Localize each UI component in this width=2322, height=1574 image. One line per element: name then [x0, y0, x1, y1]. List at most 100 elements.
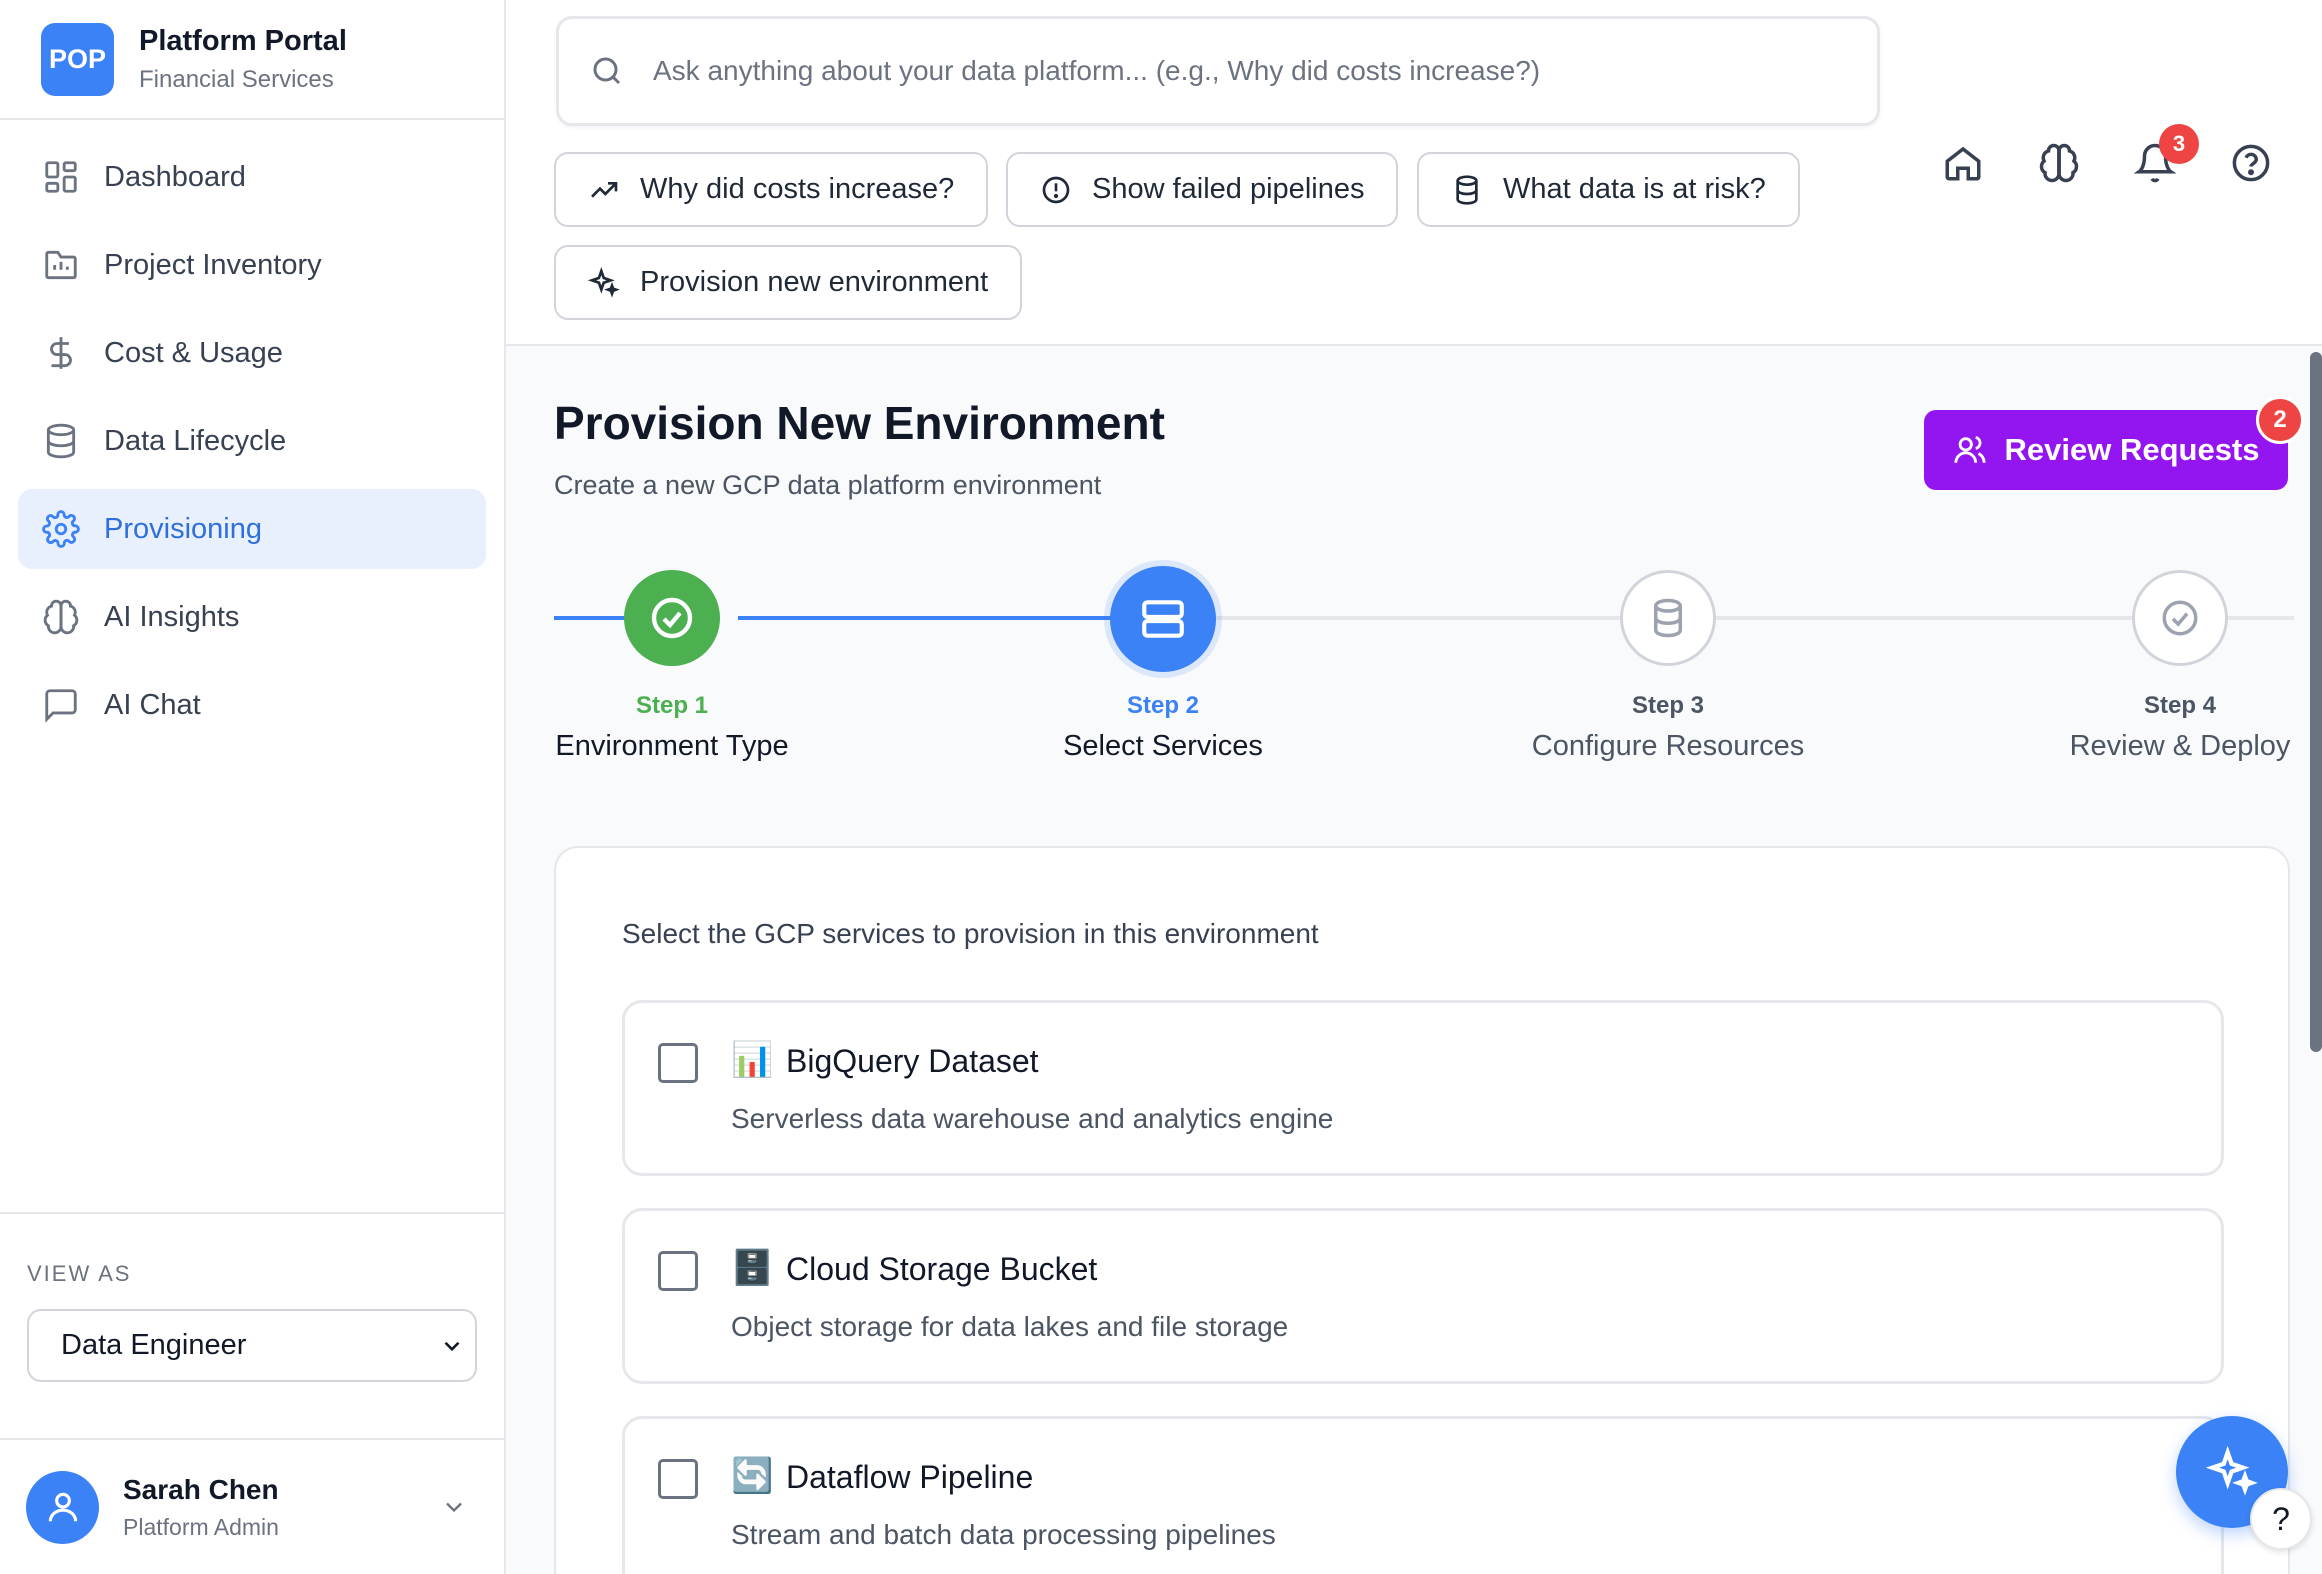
step-4-number: Step 4: [2143, 692, 2217, 719]
step-3-circle[interactable]: [1620, 570, 1716, 666]
check-circle-icon: [651, 597, 693, 639]
prompt-chip-label: Why did costs increase?: [640, 173, 955, 205]
chat-bubble-icon: [45, 689, 77, 723]
services-intro: Select the GCP services to provision in …: [622, 918, 1319, 949]
sidebar-item-ai-chat[interactable]: AI Chat: [18, 665, 486, 745]
gear-icon: [42, 510, 80, 548]
brand-subtitle: Financial Services: [139, 65, 334, 93]
sidebar-item-label: Data Lifecycle: [104, 424, 287, 457]
service-option-cloud-storage[interactable]: 🗄️ Cloud Storage Bucket Object storage f…: [622, 1208, 2224, 1384]
brand-title: Platform Portal: [139, 24, 347, 57]
sidebar-item-label: Cost & Usage: [104, 336, 283, 369]
step-4-label: Review & Deploy: [2069, 730, 2291, 762]
service-description: Object storage for data lakes and file s…: [731, 1311, 1289, 1342]
top-bar: Ask anything about your data platform...…: [506, 0, 2322, 346]
user-profile[interactable]: Sarah Chen Platform Admin: [0, 1438, 504, 1574]
step-1-circle[interactable]: [624, 570, 720, 666]
sidebar-item-project-inventory[interactable]: Project Inventory: [18, 225, 486, 305]
bar-chart-icon: 📊: [731, 1041, 774, 1079]
sidebar-item-label: Dashboard: [104, 160, 246, 193]
help-button[interactable]: ?: [2250, 1488, 2312, 1550]
alert-circle-icon: [1042, 176, 1070, 203]
brain-icon[interactable]: [2038, 142, 2080, 184]
step-connector-complete: [738, 616, 1124, 620]
main-content: Provision New Environment Create a new G…: [506, 346, 2322, 1574]
step-4-circle[interactable]: [2132, 570, 2228, 666]
service-description: Stream and batch data processing pipelin…: [731, 1519, 1276, 1550]
view-as-label: VIEW AS: [27, 1261, 132, 1286]
search-input[interactable]: Ask anything about your data platform...…: [556, 16, 1880, 126]
service-name: Dataflow Pipeline: [786, 1459, 1034, 1495]
prompt-chip-provision[interactable]: Provision new environment: [554, 245, 1023, 320]
user-name: Sarah Chen: [123, 1473, 279, 1505]
search-icon: [593, 57, 621, 85]
prompt-chip-label: What data is at risk?: [1503, 173, 1766, 205]
prompt-chip-failed-pipelines[interactable]: Show failed pipelines: [1006, 152, 1399, 227]
main-scrollbar[interactable]: [2310, 352, 2322, 1052]
prompt-chip-costs[interactable]: Why did costs increase?: [554, 152, 989, 227]
step-3-number: Step 3: [1631, 692, 1705, 719]
service-checkbox[interactable]: [658, 1251, 698, 1291]
service-checkbox[interactable]: [658, 1043, 698, 1083]
service-option-bigquery[interactable]: 📊 BigQuery Dataset Serverless data wareh…: [622, 1000, 2224, 1176]
sidebar: POP Platform Portal Financial Services D…: [0, 0, 506, 1574]
help-circle-icon[interactable]: [2230, 142, 2272, 184]
service-name: Cloud Storage Bucket: [786, 1251, 1098, 1287]
user-text: Sarah Chen Platform Admin: [123, 1474, 440, 1541]
sidebar-item-dashboard[interactable]: Dashboard: [18, 137, 486, 217]
sidebar-item-label: AI Chat: [104, 688, 201, 721]
trending-up-icon: [591, 181, 618, 198]
step-2-circle[interactable]: [1110, 566, 1216, 672]
sidebar-nav: Dashboard Project Inventory Cost & Usage…: [0, 137, 504, 745]
sidebar-item-data-lifecycle[interactable]: Data Lifecycle: [18, 401, 486, 481]
home-icon[interactable]: [1942, 142, 1984, 184]
step-2-label: Select Services: [1063, 730, 1263, 762]
database-icon: [1456, 174, 1478, 205]
step-3-label: Configure Resources: [1531, 730, 1805, 762]
chevron-down-icon[interactable]: [440, 1493, 468, 1521]
dashboard-grid-icon: [45, 161, 77, 193]
sparkles-icon: [2206, 1446, 2258, 1496]
file-cabinet-icon: 🗄️: [731, 1249, 774, 1287]
chevron-down-icon: [444, 1341, 460, 1351]
service-option-dataflow[interactable]: 🔄 Dataflow Pipeline Stream and batch dat…: [622, 1416, 2224, 1574]
service-description: Serverless data warehouse and analytics …: [731, 1103, 1334, 1134]
step-2-number: Step 2: [1126, 692, 1200, 719]
service-checkbox[interactable]: [658, 1459, 698, 1499]
database-icon: [46, 423, 76, 459]
sidebar-item-cost-usage[interactable]: Cost & Usage: [18, 313, 486, 393]
notification-badge: 3: [2159, 124, 2199, 164]
sidebar-item-label: Provisioning: [104, 512, 262, 545]
brain-icon: [43, 599, 79, 635]
refresh-icon: 🔄: [731, 1457, 774, 1495]
stepper: Step 1 Environment Type Step 2 Select Se…: [506, 346, 2322, 806]
brand-text: Platform Portal Financial Services: [139, 25, 347, 94]
step-connector-pending: [1214, 616, 1628, 620]
prompt-chip-label: Provision new environment: [640, 266, 989, 298]
sidebar-item-ai-insights[interactable]: AI Insights: [18, 577, 486, 657]
brand-logo[interactable]: POP: [41, 22, 114, 96]
sidebar-item-provisioning[interactable]: Provisioning: [18, 489, 486, 569]
avatar: [26, 1470, 99, 1544]
service-name: BigQuery Dataset: [786, 1043, 1039, 1079]
sidebar-item-label: Project Inventory: [104, 248, 322, 281]
prompt-chip-data-risk[interactable]: What data is at risk?: [1417, 152, 1800, 227]
sparkles-icon: [588, 266, 620, 298]
prompt-chip-label: Show failed pipelines: [1092, 173, 1365, 205]
sidebar-item-label: AI Insights: [104, 600, 240, 633]
role-select-value: Data Engineer: [61, 1329, 247, 1361]
step-connector-pending: [2228, 616, 2294, 620]
step-1-label: Environment Type: [555, 730, 789, 762]
folder-chart-icon: [45, 250, 77, 280]
server-icon: [1142, 600, 1184, 638]
role-select[interactable]: Data Engineer: [27, 1309, 477, 1382]
user-role: Platform Admin: [123, 1513, 279, 1540]
database-icon: [1654, 598, 1682, 638]
search-placeholder: Ask anything about your data platform...…: [653, 55, 1541, 86]
step-1-number: Step 1: [635, 692, 709, 719]
brand-header: POP Platform Portal Financial Services: [0, 0, 504, 120]
dollar-icon: [50, 337, 72, 369]
step-connector-pending: [1714, 616, 2140, 620]
check-circle-icon: [2162, 600, 2198, 636]
user-icon: [48, 1492, 77, 1522]
